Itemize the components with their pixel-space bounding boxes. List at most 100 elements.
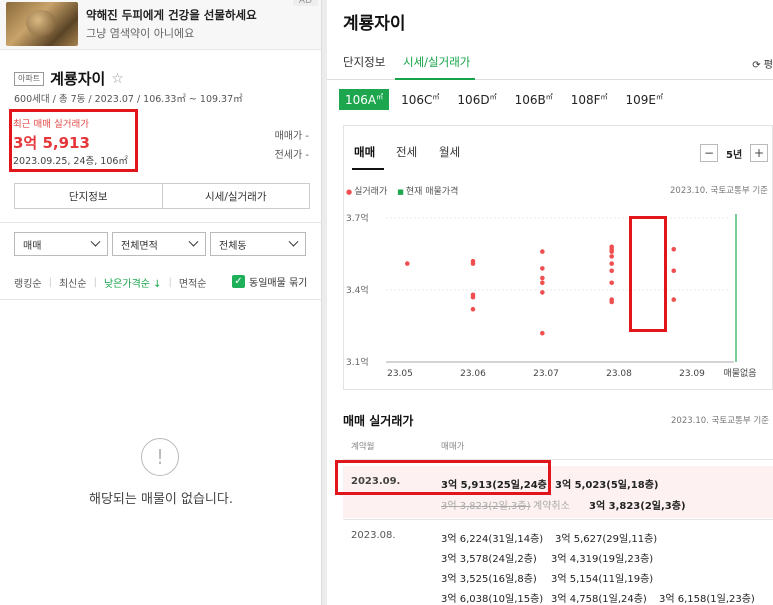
detail-tabs: 단지정보 시세/실거래가 ⟳ 평 — [327, 42, 773, 80]
x-tick-label: 23.07 — [533, 369, 559, 379]
period-decrease-button[interactable]: − — [700, 144, 718, 162]
transactions-source: 2023.10. 국토교통부 기준 — [671, 416, 769, 426]
data-point — [671, 268, 677, 274]
size-option-106d[interactable]: 106D㎡ — [457, 92, 496, 107]
chart-tab-sale[interactable]: 매매 — [354, 144, 375, 160]
transactions-title: 매매 실거래가 — [343, 414, 414, 428]
transaction-item: 3억 6,224(31일,14층) — [441, 534, 544, 545]
data-point — [609, 261, 614, 266]
ad-title[interactable]: 약해진 두피에게 건강을 선물하세요 — [86, 7, 257, 23]
divider — [0, 299, 321, 300]
data-point — [540, 249, 545, 254]
group-same-listings-checkbox[interactable]: ✓ 동일매물 묶기 — [232, 274, 307, 289]
data-point — [671, 246, 677, 252]
exclamation-circle-icon: ! — [141, 438, 179, 476]
chevron-down-icon — [90, 236, 101, 247]
period-value: 5년 — [726, 150, 743, 161]
recent-deal-price: 3억 5,913 — [13, 134, 90, 152]
x-tick-label: 23.08 — [606, 369, 632, 379]
size-option-106a[interactable]: 106A㎡ — [339, 89, 390, 110]
area-value: 전체면적 — [121, 240, 158, 252]
complex-header: 아파트 계룡자이 ☆ — [14, 68, 124, 89]
unit-toggle-button[interactable]: ⟳ 평 — [752, 56, 773, 71]
trade-type-select[interactable]: 매매 — [14, 232, 108, 256]
sort-area[interactable]: 면적순 — [179, 275, 207, 290]
data-point — [470, 306, 476, 312]
data-point — [540, 275, 545, 281]
size-option-109e[interactable]: 109E㎡ — [626, 92, 664, 107]
cancelled-transaction-item: 3억 3,823(2일,3층) — [441, 501, 531, 512]
complex-tabs: 단지정보 시세/실거래가 — [14, 183, 310, 209]
favorite-star-icon[interactable]: ☆ — [111, 71, 124, 87]
sort-low-price[interactable]: 낮은가격순 ↓ — [104, 275, 162, 290]
building-value: 전체동 — [219, 240, 247, 252]
complex-detail-panel: 계룡자이 단지정보 시세/실거래가 ⟳ 평 106A㎡ 106C㎡ 106D㎡ … — [327, 0, 773, 605]
group-same-listings-label: 동일매물 묶기 — [249, 278, 308, 289]
transaction-month: 2023.09. — [351, 476, 401, 487]
checkmark-icon: ✓ — [232, 275, 245, 288]
active-tab-indicator — [395, 78, 475, 80]
listing-panel: 약해진 두피에게 건강을 선물하세요 그냥 염색약이 아니에요 AD 아파트 계… — [0, 0, 322, 605]
ad-badge: AD — [292, 0, 318, 6]
data-point — [540, 266, 545, 271]
x-extra-label: 매물없음 — [723, 368, 756, 379]
sort-options: 랭킹순 | 최신순 | 낮은가격순 ↓ | 면적순 — [14, 275, 207, 290]
size-selector: 106A㎡ 106C㎡ 106D㎡ 106B㎡ 108F㎡ 109E㎡ — [339, 89, 681, 110]
column-header-price: 매매가 — [441, 442, 465, 452]
data-point — [609, 268, 614, 274]
tab-complex-info[interactable]: 단지정보 — [15, 184, 162, 208]
transaction-month: 2023.08. — [351, 530, 396, 541]
transaction-item: 3억 5,913(25일,24층) — [441, 480, 552, 491]
tab-price-history[interactable]: 시세/실거래가 — [403, 54, 470, 70]
legend-listing-price: 현재 매물가격 — [397, 184, 459, 197]
data-point — [671, 297, 677, 302]
data-point — [609, 249, 614, 254]
active-chart-tab-indicator — [352, 168, 384, 170]
detail-title: 계룡자이 — [343, 14, 406, 34]
sale-price-summary: 매매가 - — [274, 131, 309, 142]
data-point — [470, 261, 476, 266]
y-tick-label: 3.7억 — [346, 212, 369, 224]
transaction-item: 3억 3,525(16일,8층) — [441, 574, 537, 585]
price-chart-card: 매매 전세 월세 − 5년 + 실거래가 현재 매물가격 2023.10. 국토… — [343, 125, 773, 390]
x-tick-label: 23.09 — [679, 369, 705, 379]
building-select[interactable]: 전체동 — [210, 232, 306, 256]
ad-subtitle[interactable]: 그냥 염색약이 아니에요 — [86, 25, 194, 41]
transaction-item: 3억 3,823(2일,3층) — [589, 501, 686, 512]
chart-tab-monthly[interactable]: 월세 — [439, 144, 460, 160]
size-option-106c[interactable]: 106C㎡ — [401, 92, 439, 107]
transaction-item: 3억 5,023(5일,18층) — [555, 480, 659, 491]
empty-listings-message: 해당되는 매물이 없습니다. — [89, 492, 233, 507]
recent-deal-detail: 2023.09.25, 24층, 106㎡ — [13, 156, 128, 167]
recent-deal-label: 최근 매매 실거래가 — [13, 119, 89, 130]
complex-name: 계룡자이 — [50, 70, 106, 88]
tab-complex-info[interactable]: 단지정보 — [343, 54, 385, 70]
data-point — [609, 299, 614, 305]
size-option-108f[interactable]: 108F㎡ — [571, 92, 608, 107]
trade-type-value: 매매 — [23, 240, 42, 252]
period-increase-button[interactable]: + — [750, 144, 768, 162]
chart-tab-jeonse[interactable]: 전세 — [396, 144, 417, 160]
chart-source: 2023.10. 국토교통부 기준 — [670, 186, 768, 196]
data-point — [405, 261, 410, 266]
area-select[interactable]: 전체면적 — [112, 232, 206, 256]
transaction-item: 3억 6,038(10일,15층) — [441, 594, 544, 605]
data-point — [540, 290, 545, 295]
chart-legend: 실거래가 현재 매물가격 — [346, 184, 458, 197]
legend-real-price: 실거래가 — [346, 184, 387, 197]
sort-latest[interactable]: 최신순 — [59, 275, 87, 290]
ad-thumbnail-image[interactable] — [6, 2, 78, 46]
chevron-down-icon — [288, 236, 299, 247]
data-point — [470, 294, 476, 300]
tab-price-history[interactable]: 시세/실거래가 — [161, 184, 310, 208]
size-option-106b[interactable]: 106B㎡ — [515, 92, 553, 107]
sort-ranking[interactable]: 랭킹순 — [14, 275, 42, 290]
price-scatter-chart: 3.1억 3.4억 3.7억 23.05 23.06 23.07 23.08 23.09 매물없… — [346, 212, 757, 379]
column-header-month: 계약월 — [351, 442, 375, 452]
filter-bar: 매매 전체면적 전체동 — [14, 232, 306, 256]
transaction-item: 3억 5,627(29일,11층) — [555, 534, 658, 545]
ad-banner[interactable]: 약해진 두피에게 건강을 선물하세요 그냥 염색약이 아니에요 AD — [0, 0, 321, 50]
data-point — [609, 254, 614, 259]
data-point — [540, 280, 545, 286]
transaction-item: 3억 4,319(19일,23층) — [551, 554, 654, 565]
